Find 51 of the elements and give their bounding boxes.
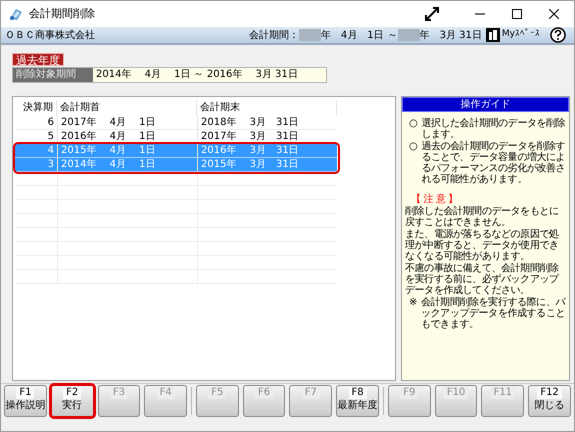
table-cell: 2016年 4月 1日 [57, 130, 197, 143]
guide-text: 会計期間削除を実行する際に、バックアップデータを作成することもできます。 [420, 297, 566, 330]
column-header: 決算期 [15, 100, 57, 116]
period-label: 会計期間： [248, 28, 299, 42]
table-row[interactable]: 6 2017年 4月 1日 2018年 3月 31日 [15, 116, 337, 130]
table-cell-text: 6 [46, 116, 55, 129]
period-end: 年 3月 31日 [420, 28, 482, 42]
myspace-link[interactable]: Myｽﾍﾟｰｽ [502, 28, 540, 42]
function-key[interactable]: F12 閉じる [528, 384, 571, 416]
redacted-block [398, 29, 420, 41]
guide-text: 過去の会計期間のデータを削除することで、データ容量の増大によるパフォーマンスの劣化が改善される可能性があります。 [421, 141, 566, 185]
expand-icon[interactable] [424, 6, 440, 22]
caution-heading: 【 注 意 】 [410, 194, 459, 205]
table-cell-text: 4 [46, 144, 55, 157]
company-name: ＯＢＣ商事株式会社 [5, 28, 95, 42]
target-period-value: 2014年 4月 1日 ～ 2016年 3月 31日 [93, 68, 326, 82]
table-cell-text: 5 [46, 130, 55, 143]
guide-title: 操作ガイド [402, 97, 569, 112]
table-cell: 2017年 3月 31日 [197, 130, 337, 143]
building-icon[interactable] [486, 28, 500, 42]
bullet-mark: ※ [409, 297, 417, 310]
target-period-label: 削除対象期間 [13, 68, 93, 82]
close-icon[interactable] [549, 9, 559, 19]
table-row[interactable]: 3 2014年 4月 1日 2015年 3月 31日 [15, 158, 337, 172]
function-key[interactable]: F2 実行 [50, 384, 94, 416]
app-icon [8, 7, 24, 21]
table-cell: 2018年 3月 31日 [197, 116, 337, 129]
table-cell: 2015年 4月 1日 [57, 144, 197, 157]
table-cell: 2014年 4月 1日 [57, 158, 197, 171]
table-cell: 2016年 3月 31日 [197, 144, 337, 157]
guide-text: 不慮の事故に備えて、会計期間削除を実行する前に、必ずバックアップデータを作成してください。 [405, 263, 560, 296]
period-start: 年 4月 1日 [320, 28, 384, 42]
table-cell-text: 3 [46, 158, 55, 171]
past-year-badge: 過去年度 [12, 53, 64, 66]
guide-text: また、電源が落ちるなどの原因で処理が中断すると、データが使用できなくなる可能性があります。 [405, 229, 560, 262]
table-cell: 2017年 4月 1日 [57, 116, 197, 129]
maximize-icon[interactable] [512, 9, 522, 19]
guide-text: 削除した会計期間のデータをもとに戻すことはできません。 [405, 206, 560, 228]
table-row[interactable]: 4 2015年 4月 1日 2016年 3月 31日 [15, 144, 337, 158]
redacted-block [298, 29, 321, 41]
help-icon[interactable] [550, 27, 566, 43]
window-title: 会計期間削除 [29, 6, 95, 22]
function-key[interactable]: F1 操作説明 [4, 384, 47, 416]
function-key[interactable]: F8 最新年度 [336, 384, 379, 416]
bullet-mark: ○ [409, 118, 418, 131]
column-header: 会計期末 [197, 100, 337, 116]
bullet-mark: ○ [409, 141, 418, 154]
column-header: 会計期首 [57, 100, 197, 116]
period-separator: ～ [388, 28, 398, 42]
guide-text: 選択した会計期間のデータを削除します。 [421, 118, 566, 140]
table-cell: 2015年 3月 31日 [197, 158, 337, 171]
